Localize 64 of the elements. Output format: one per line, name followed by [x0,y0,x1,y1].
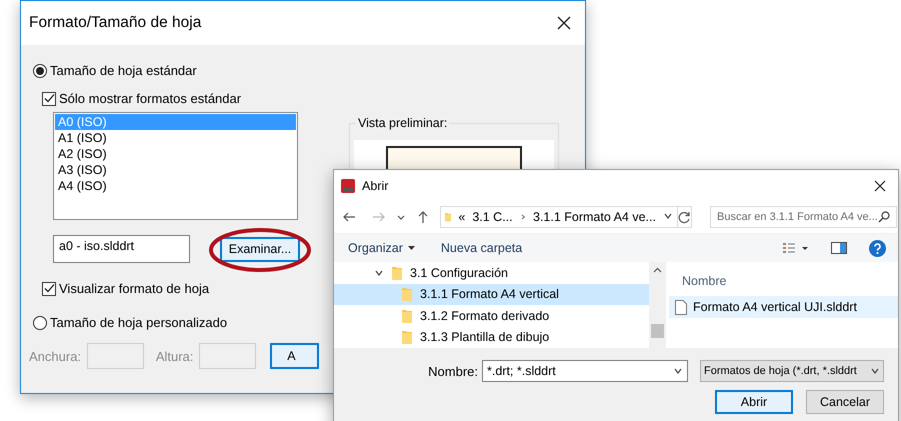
view-list-icon[interactable] [783,242,809,254]
up-arrow-icon[interactable] [416,210,430,224]
column-header[interactable]: Nombre [669,268,898,296]
folder-icon [392,266,402,280]
list-item[interactable]: A3 (ISO) [55,162,296,178]
path-prefix: « [458,210,466,224]
tree-item[interactable]: 3.1.1 Formato A4 vertical [334,284,649,305]
group-label: Vista preliminar: [356,116,450,130]
field-label: Nombre: [428,364,478,378]
chevron-icon[interactable] [520,212,526,222]
help-icon[interactable] [869,240,886,256]
folder-icon [402,330,412,344]
scrollbar[interactable] [649,262,666,348]
path-segment[interactable]: 3.1.1 Formato A4 ve... [533,210,656,224]
tree-item[interactable]: 3.1.2 Formato derivado [334,305,649,326]
back-arrow-icon[interactable] [342,210,356,224]
folder-icon [402,308,412,323]
width-field[interactable] [87,343,144,369]
file-item[interactable]: Formato A4 vertical UJI.slddrt [669,296,898,318]
chevron-icon[interactable] [870,366,880,376]
file-type-dropdown[interactable]: Formatos de hoja (*.drt, *.slddrt [700,360,884,382]
file-icon [675,300,687,314]
height-field[interactable] [199,343,256,369]
radio-button[interactable] [33,316,47,330]
radio-button[interactable] [33,64,47,78]
preview-pane-icon[interactable] [831,242,847,254]
tree-item[interactable]: 3.1.3 Plantilla de dibujo [334,326,649,348]
toolbar-button[interactable]: Nueva carpeta [440,241,522,255]
caret-icon [408,246,415,250]
file-field[interactable]: a0 - iso.slddrt [53,235,190,263]
dialog-button[interactable]: Abrir [715,390,793,414]
scroll-thumb[interactable] [651,324,664,338]
radio-label: Tamaño de hoja personalizado [50,315,228,330]
search-icon [878,211,890,223]
chevron-icon[interactable] [673,366,683,376]
browse-button[interactable]: Examinar... [220,236,300,262]
field-label: Altura: [156,348,194,364]
app-icon [340,178,356,194]
file-name-field[interactable]: *.drt; *.slddrt [482,360,688,382]
checkbox-label: Sólo mostrar formatos estándar [59,91,242,106]
list-item[interactable]: A1 (ISO) [55,130,296,146]
radio-label: Tamaño de hoja estándar [50,63,197,78]
path-segment[interactable]: 3.1 C... [472,210,513,224]
tree-item[interactable]: 3.1 Configuración [334,262,649,284]
checkbox-label: Visualizar formato de hoja [59,281,210,296]
chevron-icon[interactable] [663,211,673,221]
search-field[interactable]: Buscar en 3.1.1 Formato A4 ve... [710,206,897,228]
window-title: Formato/Tamaño de hoja [29,14,202,32]
window-title: Abrir [362,178,388,192]
field-label: Anchura: [29,348,82,364]
scroll-up-icon[interactable] [653,266,662,275]
checkbox[interactable] [42,282,56,296]
close-icon[interactable] [874,180,886,192]
folder-icon [402,287,412,302]
partial-button[interactable]: A [270,343,320,369]
close-icon[interactable] [557,16,571,30]
checkbox[interactable] [42,92,56,106]
dialog-button[interactable]: Cancelar [806,390,884,414]
list-item[interactable]: A2 (ISO) [55,146,296,162]
menu-button[interactable]: Organizar [348,241,415,255]
address-bar[interactable]: « 3.1 C... 3.1.1 Formato A4 ve... [440,206,678,228]
list-item[interactable]: A4 (ISO) [55,178,296,194]
refresh-button[interactable] [678,206,692,228]
folder-icon [445,210,452,224]
